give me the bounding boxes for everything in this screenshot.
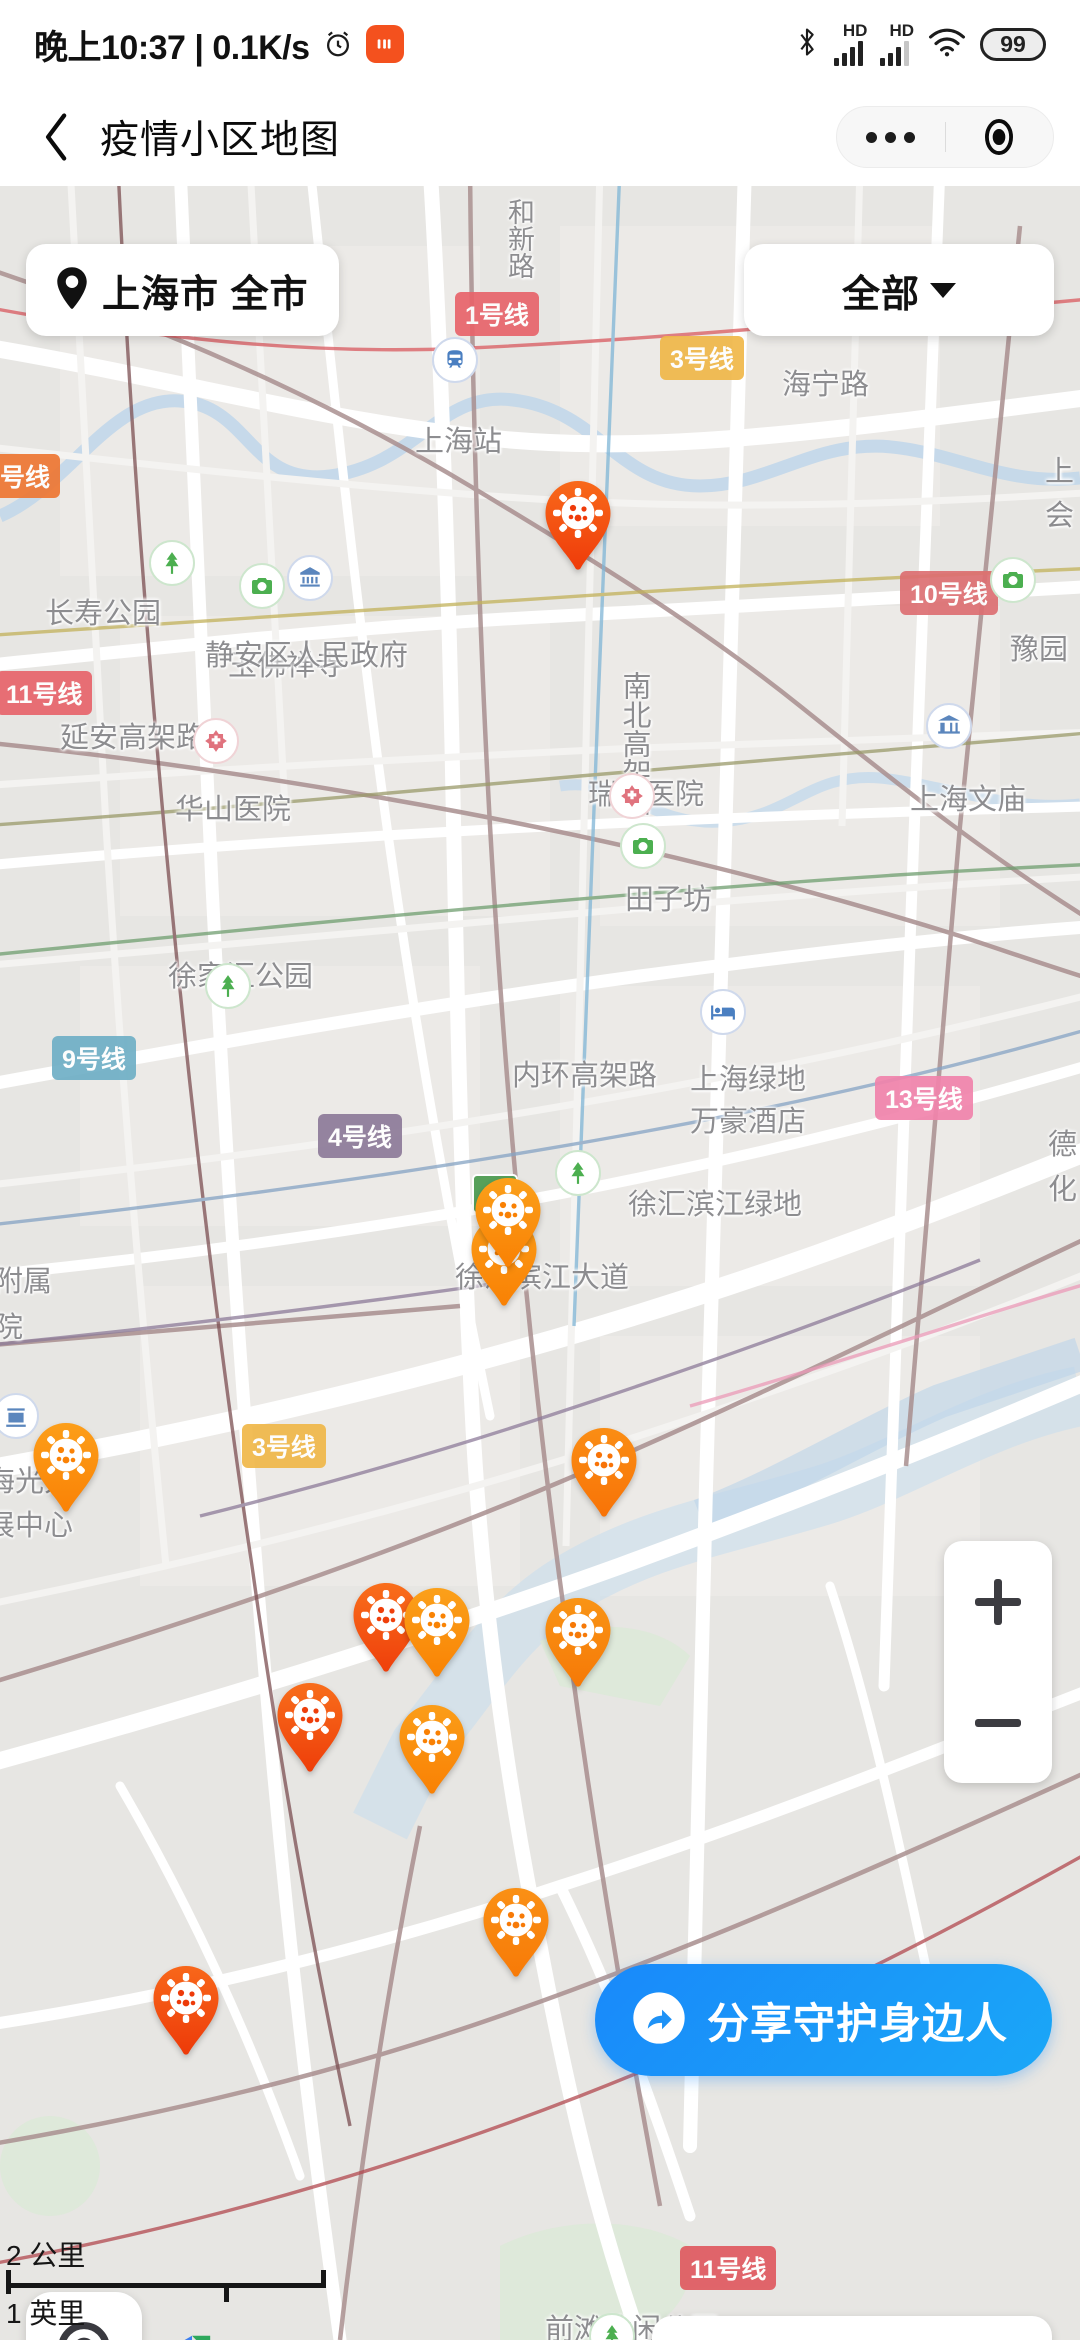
title-bar: 疫情小区地图	[0, 88, 1080, 186]
metro-line-badge: 11号线	[680, 2246, 777, 2290]
virus-case-marker[interactable]	[540, 1596, 616, 1696]
tencent-map-logo	[166, 2328, 218, 2340]
metro-line-badge: 10号线	[900, 571, 998, 615]
map-place-label: 上	[1045, 456, 1075, 488]
city-selector-chip[interactable]: 上海市 全市	[26, 244, 339, 336]
map-place-label: 徐汇滨江绿地	[628, 1189, 803, 1221]
zoom-control[interactable]	[944, 1541, 1052, 1783]
map-view[interactable]: 和新路 1号线 3号线 海宁路 上海站 号线 长寿公园上会玉佛禅寺 南北高架路 10号线 豫园 11…	[0, 186, 1080, 2340]
hospital-icon[interactable]	[193, 718, 239, 764]
scale-bar: 2 公里 1 英里	[6, 2242, 326, 2328]
camera-scenic-icon[interactable]	[620, 823, 666, 869]
map-place-label: 静安区人民政府	[205, 640, 409, 672]
page-title: 疫情小区地图	[100, 119, 341, 162]
scale-graphic	[6, 2270, 326, 2302]
government-icon[interactable]	[287, 555, 333, 601]
map-place-label: 上海绿地	[690, 1064, 807, 1096]
metro-line-badge: 3号线	[242, 1424, 326, 1468]
attribution-label: 腾讯地图	[232, 2333, 364, 2340]
park-tree-icon[interactable]	[205, 963, 251, 1009]
map-place-label: 华山医院	[175, 794, 292, 826]
map-place-label: 和新路	[504, 198, 534, 279]
status-bar-right: HD HD 99	[793, 22, 1046, 66]
virus-case-marker[interactable]	[540, 479, 616, 579]
signal-bars-sim1: HD	[833, 22, 867, 66]
filter-dropdown[interactable]: 全部	[744, 244, 1054, 336]
park-tree-icon[interactable]	[555, 1150, 601, 1196]
scale-imperial-label: 1 英里	[6, 2298, 86, 2329]
virus-case-marker[interactable]	[28, 1421, 104, 1521]
scale-metric-label: 2 公里	[6, 2240, 86, 2271]
virus-case-marker[interactable]	[478, 1886, 554, 1986]
status-bar-left: 晚上10:37 | 0.1K/s	[34, 20, 404, 69]
signal-bars-sim2: HD	[880, 22, 914, 66]
back-button[interactable]	[34, 113, 80, 161]
map-place-label: 上海文庙	[910, 784, 1027, 816]
metro-line-badge: 13号线	[875, 1076, 973, 1120]
metro-line-badge: 3号线	[660, 336, 744, 380]
metro-line-badge: 号线	[0, 454, 61, 498]
filter-label: 全部	[841, 273, 920, 316]
share-button[interactable]: 分享守护身边人	[594, 1964, 1052, 2076]
status-time: 晚上10:37 | 0.1K/s	[34, 28, 310, 67]
zoom-in-button[interactable]	[944, 1541, 1052, 1662]
chevron-down-icon	[930, 282, 956, 298]
minus-icon	[975, 1718, 1021, 1727]
hotel-bed-icon[interactable]	[700, 989, 746, 1035]
zoom-out-button[interactable]	[944, 1662, 1052, 1783]
status-bar: 晚上10:37 | 0.1K/s HD HD 99	[0, 0, 1080, 88]
hospital-icon[interactable]	[609, 773, 655, 819]
map-place-label: 豫园	[1010, 634, 1069, 666]
map-place-label: 附属	[0, 1266, 53, 1298]
map-place-label: 海宁路	[782, 369, 870, 401]
alarm-clock-icon	[322, 28, 354, 60]
bluetooth-icon	[793, 25, 821, 64]
virus-case-marker[interactable]	[566, 1426, 642, 1526]
capsule-target-icon[interactable]	[946, 114, 1054, 160]
battery-indicator: 99	[980, 27, 1046, 61]
virus-case-marker[interactable]	[272, 1681, 348, 1781]
location-pin-icon	[56, 266, 88, 314]
map-place-label: 德	[1048, 1129, 1078, 1161]
wifi-icon	[927, 26, 967, 63]
map-place-label: 上海站	[415, 426, 503, 458]
legend-panel: 1天7天14天	[652, 2316, 1052, 2340]
metro-line-badge: 9号线	[52, 1036, 136, 1080]
map-place-label: 内环高架路	[512, 1060, 658, 1092]
map-place-label: 院	[0, 1312, 24, 1344]
train-station-icon[interactable]	[432, 337, 478, 383]
virus-case-marker[interactable]	[148, 1964, 224, 2064]
map-attribution: 腾讯地图	[166, 2328, 364, 2340]
miniprogram-capsule	[836, 106, 1054, 168]
camera-scenic-icon[interactable]	[990, 557, 1036, 603]
metro-line-badge: 1号线	[455, 292, 539, 336]
map-place-label: 万豪酒店	[690, 1106, 807, 1138]
park-tree-icon[interactable]	[149, 540, 195, 586]
camera-scenic-icon[interactable]	[239, 563, 285, 609]
metro-line-badge: 4号线	[318, 1114, 402, 1158]
virus-case-marker[interactable]	[470, 1176, 546, 1276]
map-place-label: 化	[1048, 1174, 1078, 1206]
metro-line-badge: 11号线	[0, 671, 93, 715]
plus-icon	[975, 1578, 1021, 1625]
map-place-label: 长寿公园	[45, 598, 162, 630]
share-label: 分享守护身边人	[706, 1999, 1008, 2047]
map-place-label: 会	[1045, 500, 1075, 532]
virus-case-marker[interactable]	[394, 1703, 470, 1803]
virus-case-marker[interactable]	[399, 1586, 475, 1686]
temple-icon[interactable]	[926, 703, 972, 749]
city-label: 上海市 全市	[102, 273, 309, 316]
mi-app-icon	[365, 25, 404, 63]
share-arrow-icon	[631, 1990, 687, 2051]
map-place-label: 延安高架路	[60, 722, 206, 754]
map-place-label: 田子坊	[625, 884, 713, 916]
more-dots-icon[interactable]	[837, 131, 945, 143]
